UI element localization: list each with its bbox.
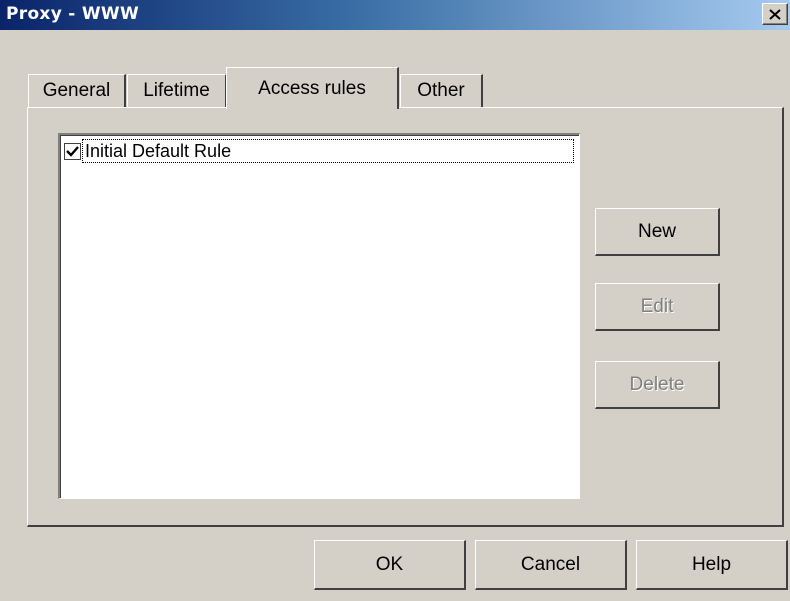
tab-lifetime[interactable]: Lifetime [127,74,227,107]
window-title: Proxy - WWW [6,4,140,24]
ok-button[interactable]: OK [314,540,466,590]
help-button-label: Help [691,553,732,575]
list-item[interactable]: Initial Default Rule [64,139,574,163]
rules-listbox[interactable]: Initial Default Rule [58,133,580,499]
tab-panel-access-rules: Initial Default Rule New Edit Delete [27,107,784,527]
tab-other[interactable]: Other [400,74,483,107]
tab-other-label: Other [417,80,465,101]
delete-button-label: Delete [629,373,685,395]
checkmark-icon [66,145,79,157]
title-bar[interactable]: Proxy - WWW [0,0,790,30]
new-button-label: New [637,220,676,242]
edit-button-label: Edit [640,295,674,317]
cancel-button-label: Cancel [520,553,581,575]
rule-checkbox[interactable] [64,142,81,160]
delete-button[interactable]: Delete [595,361,720,409]
tab-access-rules[interactable]: Access rules [226,67,399,109]
tab-access-rules-label: Access rules [258,77,366,99]
tab-general[interactable]: General [28,74,126,107]
help-button[interactable]: Help [636,540,788,590]
ok-button-label: OK [375,553,404,575]
tab-lifetime-label: Lifetime [143,80,210,101]
close-icon [769,8,781,20]
rule-label: Initial Default Rule [82,139,574,163]
tab-general-label: General [42,80,111,101]
new-button[interactable]: New [595,208,720,256]
close-button[interactable] [762,3,788,25]
cancel-button[interactable]: Cancel [475,540,627,590]
edit-button[interactable]: Edit [595,283,720,331]
